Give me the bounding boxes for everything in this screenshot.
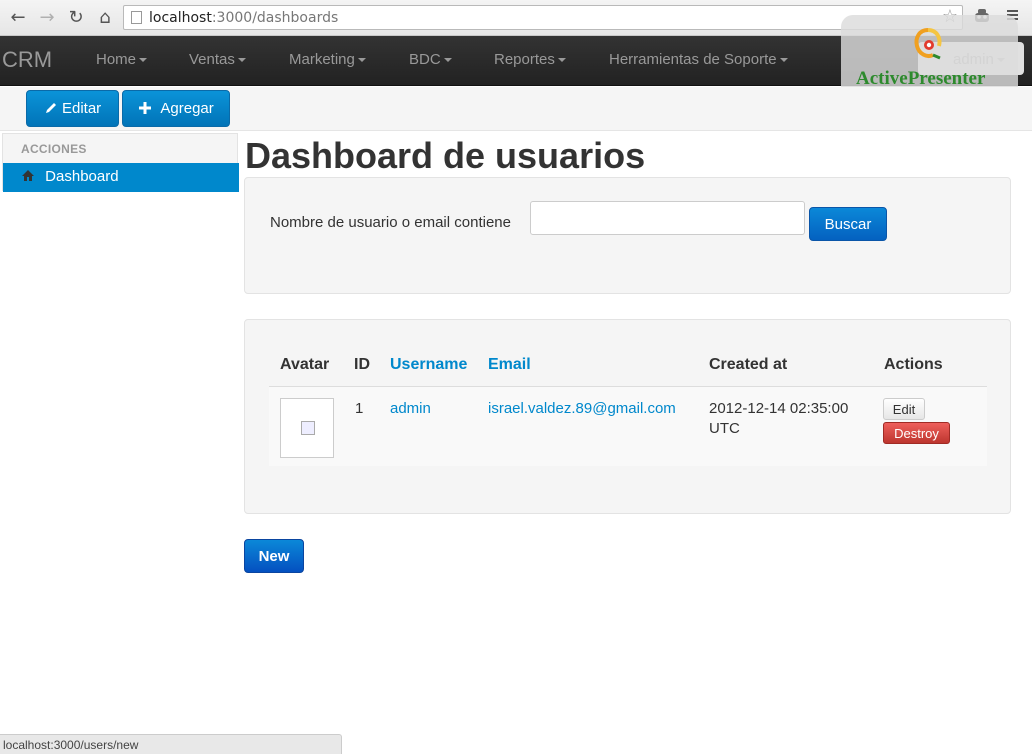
nav-home[interactable]: Home: [96, 51, 148, 68]
plus-icon: [139, 102, 152, 114]
url-text: localhost:3000/dashboards: [149, 10, 339, 26]
caret-down-icon: [443, 58, 452, 63]
broken-image-icon: [301, 421, 315, 435]
home-icon: [22, 170, 34, 181]
avatar: [280, 398, 334, 458]
cell-username[interactable]: admin: [390, 400, 431, 417]
column-header-id: ID: [354, 356, 370, 373]
column-header-username[interactable]: Username: [390, 356, 467, 374]
add-button[interactable]: Agregar: [122, 90, 230, 127]
home-icon[interactable]: ⌂: [94, 7, 116, 29]
column-header-email[interactable]: Email: [488, 356, 531, 374]
pencil-icon: [45, 103, 56, 113]
column-header-avatar: Avatar: [280, 356, 330, 373]
caret-down-icon: [557, 58, 566, 63]
page-icon: [131, 11, 142, 24]
forward-icon[interactable]: →: [36, 7, 58, 29]
reload-icon[interactable]: ↻: [65, 7, 87, 29]
nav-marketing[interactable]: Marketing: [289, 51, 366, 68]
action-toolbar: Editar Agregar: [0, 87, 1032, 131]
page-title: Dashboard de usuarios: [245, 135, 646, 176]
nav-ventas[interactable]: Ventas: [189, 51, 246, 68]
cell-created-at: 2012-12-14 02:35:00 UTC: [709, 400, 849, 437]
caret-down-icon: [779, 58, 788, 63]
back-icon[interactable]: ←: [7, 7, 29, 29]
caret-down-icon: [139, 58, 148, 63]
status-bar: localhost:3000/users/new: [0, 734, 342, 754]
search-input[interactable]: [530, 201, 805, 235]
sidebar: ACCIONES Dashboard: [2, 133, 239, 192]
cell-id: 1: [355, 400, 364, 417]
search-button[interactable]: Buscar: [809, 207, 887, 241]
nav-herramientas[interactable]: Herramientas de Soporte: [609, 51, 788, 68]
search-label: Nombre de usuario o email contiene: [270, 214, 511, 231]
table-row: [269, 386, 987, 466]
caret-down-icon: [237, 58, 246, 63]
nav-bdc[interactable]: BDC: [409, 51, 452, 68]
destroy-row-button[interactable]: Destroy: [883, 422, 950, 444]
caret-down-icon: [357, 58, 366, 63]
new-user-button[interactable]: New: [244, 539, 304, 573]
column-header-created-at: Created at: [709, 356, 788, 373]
brand-logo[interactable]: CRM: [2, 47, 52, 73]
column-header-actions: Actions: [884, 356, 943, 373]
sidebar-item-dashboard[interactable]: Dashboard: [3, 163, 239, 192]
edit-row-button[interactable]: Edit: [883, 398, 925, 420]
sidebar-header: ACCIONES: [21, 142, 87, 156]
nav-reportes[interactable]: Reportes: [494, 51, 566, 68]
address-bar[interactable]: localhost:3000/dashboards ☆: [123, 5, 963, 30]
search-panel: Nombre de usuario o email contiene Busca…: [244, 177, 1011, 294]
cell-email[interactable]: israel.valdez.89@gmail.com: [488, 400, 676, 417]
edit-button[interactable]: Editar: [26, 90, 119, 127]
users-table-panel: Avatar ID Username Email Created at Acti…: [244, 319, 1011, 514]
activepresenter-logo-icon: [914, 28, 942, 60]
